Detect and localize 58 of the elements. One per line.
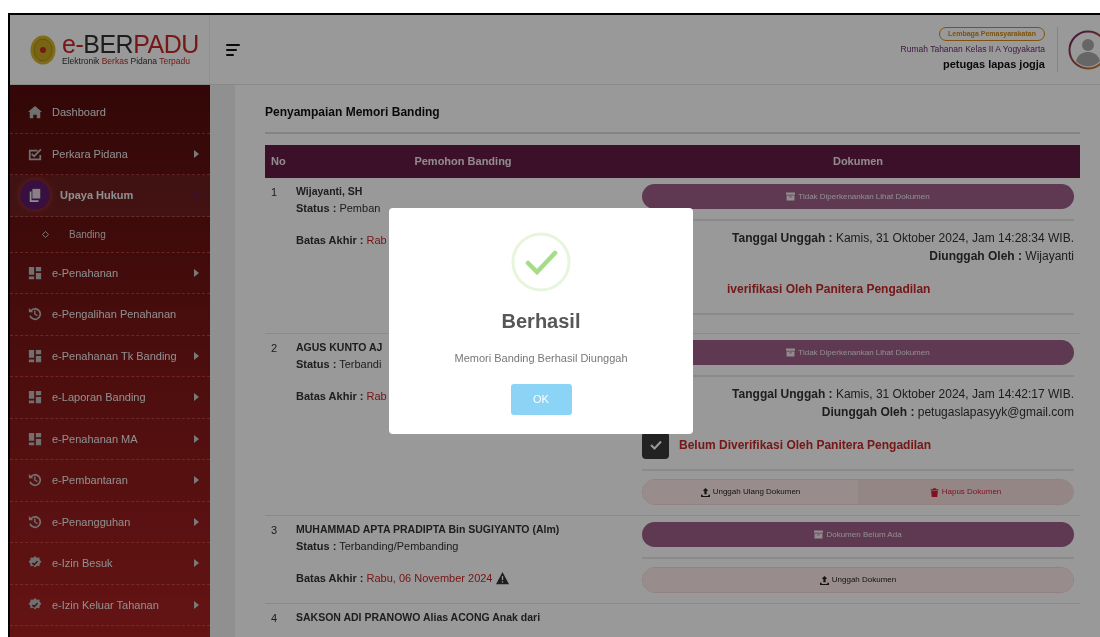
status-text: Status : Terbandi: [296, 356, 382, 372]
uploader-text: Diunggah Oleh : petugaslapasyyk@gmail.com: [820, 404, 1074, 421]
applicant-name: AGUS KUNTO AJ: [296, 340, 383, 355]
history-icon: [28, 307, 42, 322]
column-header: Dokumen: [831, 154, 885, 170]
deadline-text: Batas Akhir : Rab: [296, 233, 387, 249]
row-number: 1: [270, 185, 279, 200]
row-number: 3: [270, 523, 279, 538]
status-text: Status : Terbanding/Pembanding: [296, 538, 459, 554]
column-header: No: [270, 154, 287, 170]
row-number: 4: [270, 611, 279, 626]
applicant-name: SAKSON ADI PRANOWO Alias ACONG Anak dari: [296, 610, 541, 625]
user-organization: Rumah Tahanan Kelas II A Yogyakarta: [900, 43, 1045, 56]
logo-subtitle: Elektronik Berkas Pidana Terpadu: [62, 57, 191, 67]
check-icon: [649, 440, 662, 450]
archive-icon: [786, 192, 796, 201]
uploader-text: Diunggah Oleh : Wijayanti: [928, 248, 1074, 265]
grid-icon: [28, 390, 42, 405]
upload-icon: [700, 487, 710, 497]
delete-document-button[interactable]: Hapus Dokumen: [858, 480, 1073, 504]
upload-date-text: Tanggal Unggah : Kamis, 31 Oktober 2024, Jam 14:42:17 WIB.: [731, 386, 1074, 403]
verification-status: Belum Diverifikasi Oleh Panitera Pengadilan: [679, 437, 932, 454]
documents-icon: [28, 188, 42, 203]
emblem-icon: [30, 34, 56, 65]
upload-date-text: Tanggal Unggah : Kamis, 31 Oktober 2024, Jam 14:28:34 WIB.: [731, 230, 1074, 247]
success-check-icon: [511, 232, 571, 292]
warning-icon: [496, 572, 510, 585]
upload-document-button[interactable]: Unggah Dokumen: [643, 568, 1073, 592]
deadline-text: Batas Akhir : Rab: [296, 389, 387, 405]
history-icon: [28, 473, 42, 488]
applicant-name: Wijayanti, SH: [296, 184, 363, 199]
applicant-name: MUHAMMAD APTA PRADIPTA Bin SUGIYANTO (Alm): [296, 522, 560, 537]
upload-document-button[interactable]: Unggah Ulang Dokumen: [643, 480, 858, 504]
diamond-icon: [42, 230, 49, 238]
document-button[interactable]: Dokumen Belum Ada: [642, 522, 1074, 547]
checklist-icon: [28, 146, 42, 161]
dialog-title: Berhasil: [501, 309, 581, 334]
logo-title: e-BERPADU: [62, 32, 199, 58]
document-button[interactable]: Tidak Diperkenankan Lihat Dokumen: [642, 184, 1074, 209]
page-title: Penyampaian Memori Banding: [265, 103, 1080, 134]
column-header: Pemohon Banding: [413, 154, 513, 170]
grid-icon: [28, 431, 42, 446]
grid-icon: [28, 348, 42, 363]
trash-icon: [929, 487, 939, 497]
home-icon: [28, 105, 42, 120]
dialog-message: Memori Banding Berhasil Diunggah: [454, 351, 628, 366]
verification-status: iverifikasi Oleh Panitera Pengadilan: [727, 281, 931, 298]
archive-icon: [786, 348, 796, 357]
archive-icon: [814, 530, 824, 539]
menu-icon: [226, 44, 240, 57]
deadline-text: Batas Akhir : Rabu, 06 November 2024: [296, 571, 493, 587]
row-number: 2: [270, 341, 279, 356]
status-text: Status : Pemban: [296, 200, 381, 216]
badge-check-icon: [28, 597, 42, 612]
history-icon: [28, 514, 42, 529]
upload-icon: [819, 575, 829, 585]
grid-icon: [28, 265, 42, 280]
user-name: petugas lapas jogja: [942, 56, 1045, 72]
